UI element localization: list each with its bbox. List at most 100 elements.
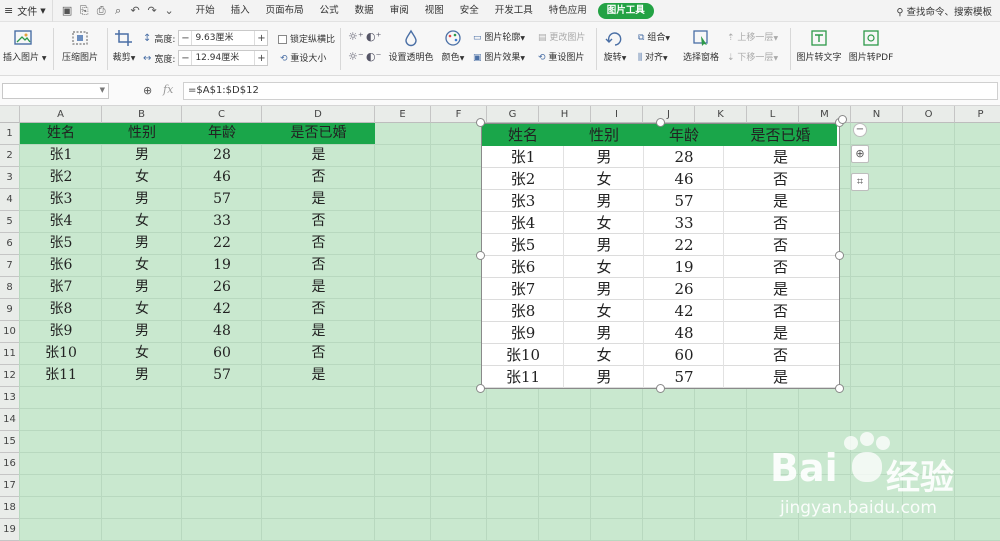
row-header[interactable]: 1 [0,123,20,145]
reset-picture-button[interactable]: ⟲ 重设图片 [538,50,584,63]
header-cell[interactable]: 是否已婚 [262,123,375,144]
table-cell[interactable]: 22 [182,233,262,254]
table-cell[interactable]: 女 [102,167,182,188]
row-header[interactable]: 6 [0,233,20,255]
table-cell[interactable]: 男 [102,233,182,254]
group-button[interactable]: ⧉ 组合▼ [638,30,670,43]
chevron-down-icon[interactable]: ▼ [100,86,105,94]
fx-icon[interactable]: fx [163,83,173,96]
row-header[interactable]: 8 [0,277,20,299]
row-header[interactable]: 19 [0,519,20,541]
tab-6[interactable]: 视图 [417,0,452,22]
header-cell[interactable]: 年龄 [182,123,262,144]
resize-handle[interactable] [655,118,665,127]
table-cell[interactable]: 是 [262,321,375,342]
picture-effect-button[interactable]: ▣ 图片效果▼ [473,50,525,63]
tab-7[interactable]: 安全 [452,0,487,22]
table-cell[interactable]: 否 [262,211,375,232]
table-cell[interactable]: 张9 [20,321,102,342]
column-header[interactable]: P [955,106,1000,123]
table-cell[interactable]: 张5 [20,233,102,254]
align-button[interactable]: ⫼ 对齐▼ [638,50,668,63]
table-cell[interactable]: 是 [262,145,375,166]
table-cell[interactable]: 女 [102,255,182,276]
tab-9[interactable]: 特色应用 [541,0,595,22]
table-cell[interactable]: 女 [102,211,182,232]
increment-icon[interactable]: + [255,53,267,64]
table-cell[interactable]: 张10 [20,343,102,364]
table-cell[interactable]: 33 [182,211,262,232]
decrement-icon[interactable]: − [179,53,191,64]
row-header[interactable]: 2 [0,145,20,167]
export-icon[interactable]: ⎘ [76,4,93,18]
resize-handle[interactable] [835,251,844,260]
row-header[interactable]: 12 [0,365,20,387]
table-cell[interactable]: 男 [102,189,182,210]
tab-2[interactable]: 页面布局 [258,0,312,22]
column-header[interactable]: O [903,106,955,123]
select-pane-button[interactable]: 选择窗格 [682,29,720,63]
zoom-in-icon[interactable]: ⊕ [851,145,869,163]
table-cell[interactable]: 是 [262,365,375,386]
table-cell[interactable]: 60 [182,343,262,364]
column-header[interactable]: D [262,106,375,123]
tab-10[interactable]: 图片工具 [597,2,654,19]
table-cell[interactable]: 19 [182,255,262,276]
table-cell[interactable]: 57 [182,365,262,386]
resize-handle[interactable] [476,384,485,393]
table-cell[interactable]: 男 [102,321,182,342]
set-transparent-button[interactable]: 设置透明色 [388,29,434,63]
column-header[interactable]: B [102,106,182,123]
height-input[interactable]: 9.63厘米 [191,31,256,45]
table-cell[interactable]: 否 [262,343,375,364]
table-cell[interactable]: 26 [182,277,262,298]
column-header[interactable]: L [747,106,799,123]
table-cell[interactable]: 否 [262,255,375,276]
tab-5[interactable]: 审阅 [382,0,417,22]
file-menu[interactable]: ≡ 文件 ▼ [0,0,52,22]
contrast-up-icon[interactable]: ◐⁺ [366,30,381,43]
table-cell[interactable]: 张1 [20,145,102,166]
table-cell[interactable]: 张3 [20,189,102,210]
redo-icon[interactable]: ↷ [144,4,161,17]
tab-8[interactable]: 开发工具 [487,0,541,22]
zoom-icon[interactable]: ⊕ [143,84,152,97]
rotate-button[interactable]: 旋转▼ [602,29,628,63]
pasted-table-picture[interactable]: 姓名 性别 年龄 是否已婚 张1 男 28 是张2 女 46 否张3 男 57 是张4 女 33 否张5 男 22 否… [481,123,840,389]
table-cell[interactable]: 男 [102,145,182,166]
print-preview-icon[interactable]: ⌕ [110,4,127,18]
brightness-down-icon[interactable]: ☼⁻ [348,50,364,63]
tab-3[interactable]: 公式 [312,0,347,22]
table-cell[interactable]: 张7 [20,277,102,298]
resize-handle[interactable] [835,384,844,393]
resize-handle[interactable] [655,384,665,393]
select-all-corner[interactable] [0,106,20,123]
table-cell[interactable]: 是 [262,189,375,210]
table-cell[interactable]: 42 [182,299,262,320]
change-picture-button[interactable]: ▤ 更改图片 [538,30,585,43]
header-cell[interactable]: 姓名 [20,123,102,144]
row-header[interactable]: 3 [0,167,20,189]
tab-1[interactable]: 插入 [223,0,258,22]
tab-4[interactable]: 数据 [347,0,382,22]
row-header[interactable]: 15 [0,431,20,453]
table-cell[interactable]: 男 [102,365,182,386]
lock-ratio-checkbox[interactable]: 锁定纵横比 [278,32,335,45]
contrast-down-icon[interactable]: ◐⁻ [366,50,381,63]
resize-handle[interactable] [476,118,485,127]
insert-picture-button[interactable]: 插入图片 ▼ [3,29,47,63]
rotate-handle[interactable] [838,115,847,124]
save-icon[interactable]: ▣ [59,4,76,17]
row-header[interactable]: 18 [0,497,20,519]
column-header[interactable]: H [539,106,591,123]
row-header[interactable]: 5 [0,211,20,233]
table-cell[interactable]: 否 [262,299,375,320]
table-cell[interactable]: 男 [102,277,182,298]
row-header[interactable]: 14 [0,409,20,431]
table-cell[interactable]: 否 [262,167,375,188]
collapse-icon[interactable]: − [853,123,867,137]
tab-0[interactable]: 开始 [188,0,223,22]
chevron-down-icon[interactable]: ⌄ [161,4,178,17]
table-cell[interactable]: 46 [182,167,262,188]
table-cell[interactable]: 女 [102,299,182,320]
